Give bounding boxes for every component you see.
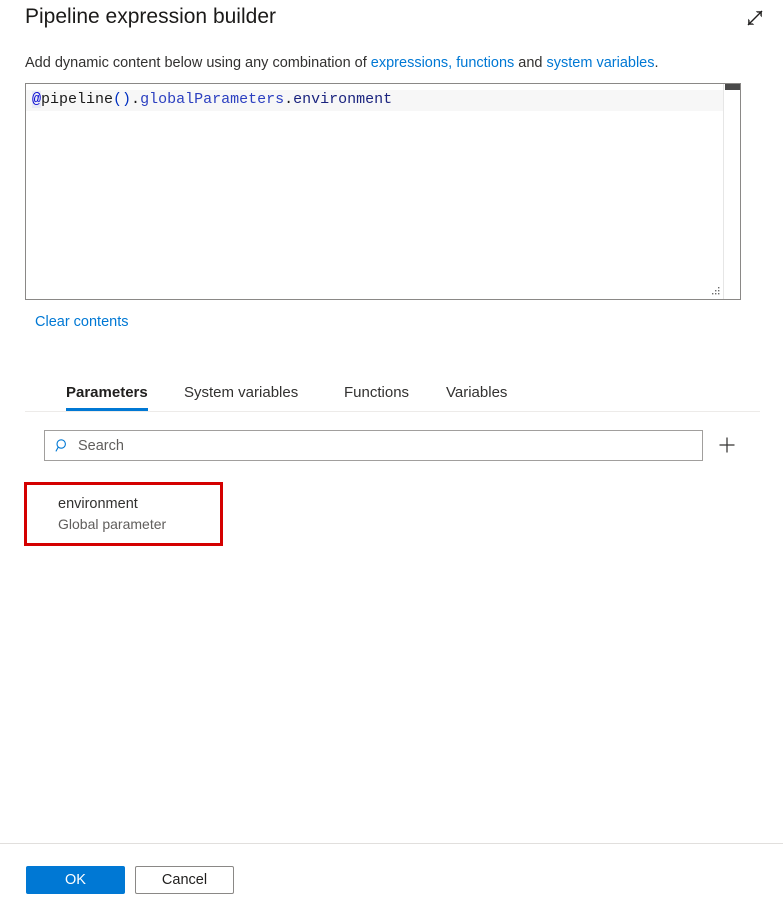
tab-system-variables-label: System variables	[184, 384, 299, 401]
tab-bar: Parameters System variables Functions Va…	[25, 374, 760, 412]
subtitle-middle: and	[514, 55, 547, 71]
parameter-name: environment	[58, 496, 138, 512]
link-expressions-functions[interactable]: expressions, functions	[371, 55, 514, 71]
expression-editor[interactable]: @pipeline().globalParameters.environment	[25, 83, 741, 300]
tab-system-variables[interactable]: System variables	[184, 374, 298, 411]
link-system-variables[interactable]: system variables	[547, 55, 655, 71]
ok-button[interactable]: OK	[26, 866, 125, 894]
token-dot-1: .	[131, 91, 141, 108]
cancel-button[interactable]: Cancel	[135, 866, 234, 894]
editor-scrollbar-thumb[interactable]	[725, 84, 740, 90]
parameter-type: Global parameter	[58, 516, 167, 532]
footer-divider	[0, 843, 783, 844]
pipeline-expression-builder-panel: Pipeline expression builder Add dynamic …	[0, 0, 783, 910]
page-title: Pipeline expression builder	[25, 5, 276, 28]
tab-variables[interactable]: Variables	[446, 374, 507, 411]
expand-diagonal-icon[interactable]	[739, 2, 771, 34]
token-at: @	[32, 91, 42, 108]
search-input[interactable]	[78, 434, 702, 457]
token-function-name: pipeline	[41, 91, 114, 108]
subtitle-suffix: .	[654, 55, 659, 71]
tab-parameters-label: Parameters	[66, 384, 148, 401]
plus-icon[interactable]	[714, 432, 740, 458]
token-member: environment	[293, 91, 393, 108]
token-parens: ()	[113, 91, 132, 108]
parameter-list: environment Global parameter	[44, 485, 734, 544]
token-property: globalParameters	[140, 91, 285, 108]
clear-contents-link[interactable]: Clear contents	[35, 314, 129, 330]
tab-functions-label: Functions	[344, 384, 410, 401]
token-dot-2: .	[284, 91, 294, 108]
tab-parameters[interactable]: Parameters	[66, 374, 148, 411]
panel-header: Pipeline expression builder	[0, 0, 783, 44]
expression-editor-content[interactable]: @pipeline().globalParameters.environment	[26, 84, 723, 299]
footer-actions: OK Cancel	[26, 866, 234, 896]
search-box[interactable]	[44, 430, 703, 461]
search-row	[44, 430, 735, 462]
tab-functions[interactable]: Functions	[344, 374, 409, 411]
tab-variables-label: Variables	[446, 384, 508, 401]
list-item[interactable]: environment Global parameter	[44, 485, 229, 544]
expression-code-line: @pipeline().globalParameters.environment	[32, 90, 719, 110]
subtitle-instructions: Add dynamic content below using any comb…	[25, 53, 659, 73]
editor-vertical-scrollbar[interactable]	[723, 84, 740, 299]
subtitle-prefix: Add dynamic content below using any comb…	[25, 55, 371, 71]
search-icon	[54, 438, 70, 454]
resize-grip-icon[interactable]	[709, 285, 721, 297]
